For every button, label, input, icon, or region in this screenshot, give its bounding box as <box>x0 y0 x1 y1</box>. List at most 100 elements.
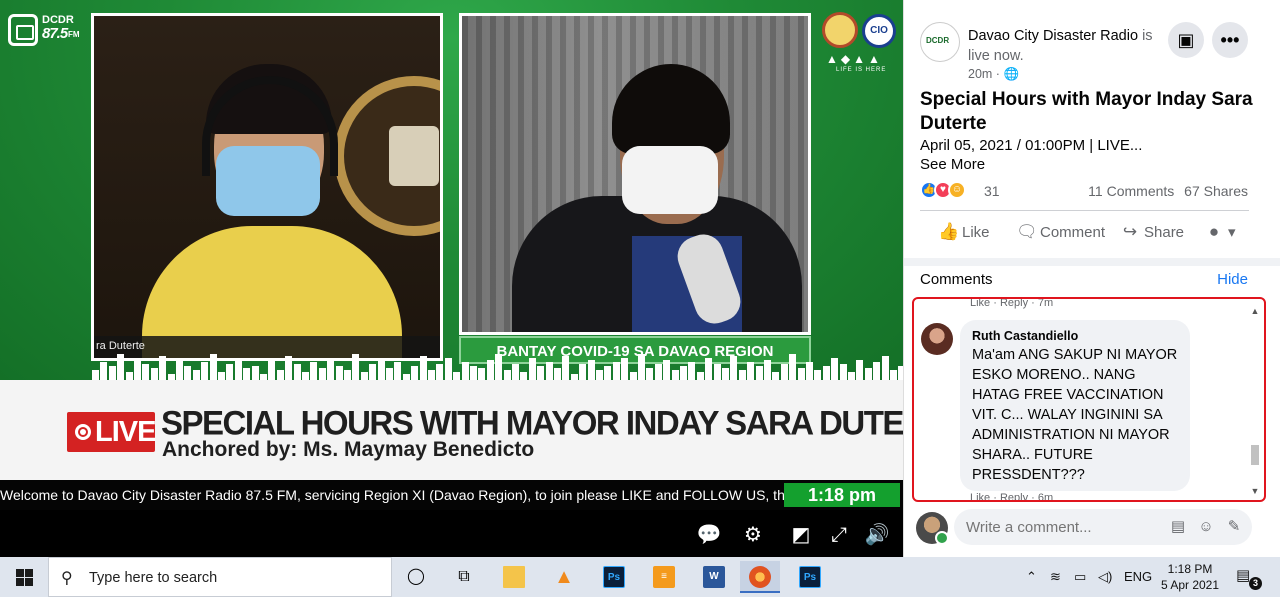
city-seal-image <box>334 76 440 236</box>
language-indicator[interactable]: ENG <box>1124 569 1152 584</box>
share-arrow-icon: ↪ <box>1122 222 1138 241</box>
gif-sticker-icon[interactable]: ▤ <box>1168 517 1188 537</box>
commenter-avatar[interactable] <box>921 323 953 355</box>
hide-comments-link[interactable]: Hide <box>1217 271 1248 288</box>
screen: DCDR 87.5 FM ra Duterte BANTAY COVID-19 … <box>0 0 1280 597</box>
reactions-summary[interactable]: 👍 ♥ ☺ 31 <box>920 181 1020 201</box>
share-label: Share <box>1144 224 1185 241</box>
fullscreen-icon[interactable]: ⤢ <box>826 522 852 548</box>
write-comment-box[interactable]: ▤ ☺ ✎ <box>954 509 1252 545</box>
show-hidden-icons[interactable]: ⌃ <box>1026 569 1037 585</box>
comments-heading: Comments <box>920 271 993 288</box>
comment-button[interactable]: 🗨 Comment <box>1016 222 1105 248</box>
post-author-line: Davao City Disaster Radio is live now. <box>968 26 1168 66</box>
wifi-icon[interactable]: ≋ <box>1050 569 1061 585</box>
radio-icon <box>8 14 38 46</box>
cortana-icon[interactable]: ◯ <box>396 561 436 593</box>
sticker-icon[interactable]: ✎ <box>1224 517 1244 537</box>
taskbar-date: 5 Apr 2021 <box>1160 578 1220 592</box>
user-avatar-icon: ● <box>1208 222 1220 241</box>
lower-third: LIVE SPECIAL HOURS WITH MAYOR INDAY SARA… <box>0 380 903 480</box>
volume-tray-icon[interactable]: ◁) <box>1098 569 1112 585</box>
station-logo-line2: 87.5 <box>42 25 68 42</box>
comments-count[interactable]: 11 Comments <box>1088 183 1174 199</box>
file-explorer-icon[interactable] <box>494 561 534 593</box>
comment-actions[interactable]: Like · Reply · 6m <box>970 492 1053 500</box>
photoshop-icon-2[interactable]: Ps <box>790 561 830 593</box>
taskbar-search[interactable]: ⚲ Type here to search <box>48 557 392 597</box>
post-panel: Davao City Disaster Radio is live now. 2… <box>903 0 1280 557</box>
show-headline: SPECIAL HOURS WITH MAYOR INDAY SARA DUTE… <box>161 403 903 442</box>
davao-brand-icon: ▲◆▲▲ <box>826 52 883 66</box>
city-seal-icon <box>822 12 858 48</box>
vlc-icon[interactable]: ▲ <box>544 561 584 593</box>
page-avatar[interactable] <box>920 22 960 62</box>
post-time[interactable]: 20m <box>968 67 992 81</box>
show-anchor: Anchored by: Ms. Maymay Benedicto <box>162 438 535 461</box>
more-options-icon[interactable]: ••• <box>1212 22 1248 58</box>
broadcast-clock: 1:18 pm <box>784 483 900 507</box>
comment-author[interactable]: Ruth Castandiello <box>972 329 1078 343</box>
station-logo: DCDR 87.5 FM <box>8 14 88 48</box>
share-button[interactable]: ↪ Share <box>1120 222 1184 248</box>
like-button[interactable]: 👍 Like <box>938 222 990 248</box>
see-more-link[interactable]: See More <box>920 156 985 173</box>
station-logo-unit: FM <box>68 30 80 39</box>
comment-icon[interactable]: 💬 <box>696 522 722 548</box>
task-view-icon[interactable]: ⧉ <box>444 561 484 593</box>
left-camera-name: ra Duterte <box>96 340 145 352</box>
save-icon[interactable]: ▣ <box>1168 22 1204 58</box>
previous-comment-actions[interactable]: Like · Reply · 7m <box>970 299 1053 309</box>
search-icon: ⚲ <box>61 570 73 587</box>
current-user-avatar[interactable] <box>916 512 949 545</box>
divider <box>920 210 1249 211</box>
miniplayer-icon[interactable]: ◩ <box>788 522 814 548</box>
notification-center-icon[interactable]: ▤ 3 <box>1236 566 1262 590</box>
scroll-up-icon[interactable]: ▲ <box>1249 305 1261 317</box>
battery-icon[interactable]: ▭ <box>1074 569 1086 585</box>
news-ticker: Welcome to Davao City Disaster Radio 87.… <box>0 480 903 510</box>
post-author[interactable]: Davao City Disaster Radio <box>968 28 1138 44</box>
audio-equalizer <box>92 352 903 380</box>
haha-reaction-icon: ☺ <box>948 181 966 199</box>
taskbar-clock[interactable]: 1:18 PM 5 Apr 2021 <box>1158 561 1222 593</box>
settings-icon[interactable]: ⚙ <box>740 522 766 548</box>
emoji-icon[interactable]: ☺ <box>1196 517 1216 537</box>
scroll-down-icon[interactable]: ▼ <box>1249 485 1261 497</box>
word-icon[interactable]: W <box>694 561 734 593</box>
taskbar-time: 1:18 PM <box>1167 562 1213 576</box>
comment-list[interactable]: Like · Reply · 7m Ruth Castandiello Ma'a… <box>912 297 1266 502</box>
globe-icon: 🌐 <box>1003 67 1020 81</box>
reaction-count: 31 <box>984 183 1000 199</box>
photoshop-icon[interactable]: Ps <box>594 561 634 593</box>
right-camera-feed <box>459 13 811 335</box>
partner-logos: CIO ▲◆▲▲ LIFE IS HERE <box>822 12 897 76</box>
post-title: Special Hours with Mayor Inday Sara Dute… <box>920 89 1253 134</box>
windows-taskbar: ⚲ Type here to search ◯ ⧉ ▲ Ps ≡ W Ps ⌃ … <box>0 557 1280 597</box>
left-camera-feed: ra Duterte <box>91 13 443 361</box>
comment-bubble: Ruth Castandiello Ma'am ANG SAKUP NI MAY… <box>960 320 1190 491</box>
broadcast-stage: DCDR 87.5 FM ra Duterte BANTAY COVID-19 … <box>0 0 903 380</box>
live-label: LIVE <box>95 416 156 448</box>
taskbar-search-placeholder: Type here to search <box>89 570 218 586</box>
volume-icon[interactable]: 🔊 <box>864 522 890 548</box>
speech-bubble-icon: 🗨 <box>1016 222 1038 241</box>
thumbs-up-icon: 👍 <box>938 222 960 241</box>
windows-start-icon[interactable] <box>0 557 48 597</box>
live-video-player[interactable]: DCDR 87.5 FM ra Duterte BANTAY COVID-19 … <box>0 0 903 557</box>
live-dot-icon <box>75 424 91 440</box>
shares-count[interactable]: 67 Shares <box>1184 183 1248 199</box>
cio-logo: CIO <box>862 14 896 48</box>
post-stats: 11 Comments 67 Shares <box>1088 183 1248 199</box>
comment-scrollbar[interactable]: ▲ ▼ <box>1249 305 1261 497</box>
write-comment-input[interactable] <box>966 517 1166 537</box>
like-label: Like <box>962 224 990 241</box>
ticker-text: Welcome to Davao City Disaster Radio 87.… <box>0 487 871 503</box>
davao-tagline: LIFE IS HERE <box>836 67 887 73</box>
scroll-thumb[interactable] <box>1251 445 1259 465</box>
sublime-icon[interactable]: ≡ <box>644 561 684 593</box>
live-badge: LIVE <box>67 412 156 452</box>
audience-selector[interactable]: ● ▾ <box>1204 222 1236 248</box>
firefox-icon[interactable] <box>740 561 780 593</box>
section-separator <box>904 258 1280 266</box>
